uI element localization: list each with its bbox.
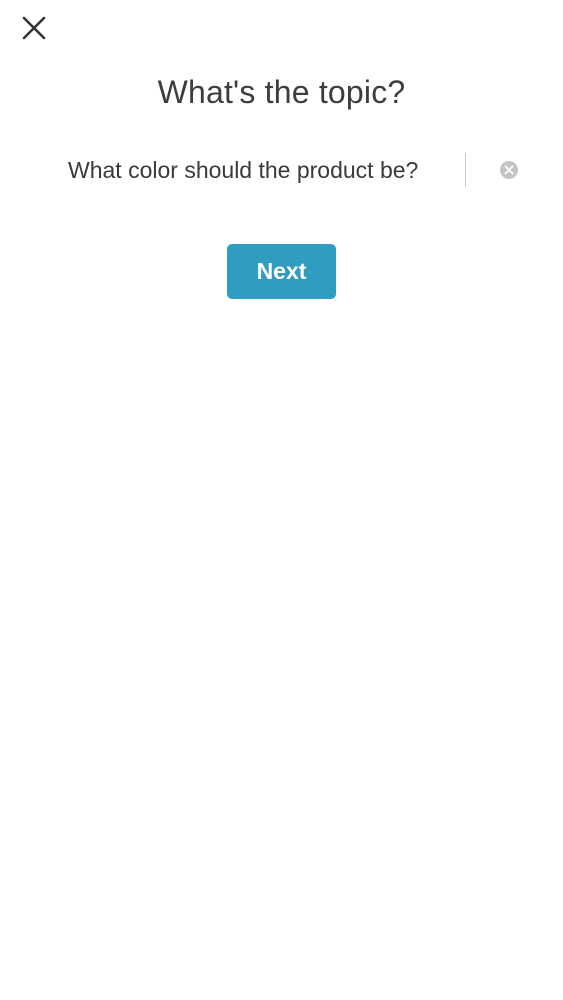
topic-input[interactable]: [60, 150, 465, 190]
next-button[interactable]: Next: [227, 244, 336, 299]
topic-input-row: [60, 150, 530, 190]
page-title: What's the topic?: [157, 74, 406, 110]
clear-circle-icon: [499, 160, 519, 180]
close-button[interactable]: [16, 10, 52, 46]
text-cursor: [465, 153, 466, 187]
clear-input-button[interactable]: [498, 159, 520, 181]
close-icon: [21, 15, 47, 41]
